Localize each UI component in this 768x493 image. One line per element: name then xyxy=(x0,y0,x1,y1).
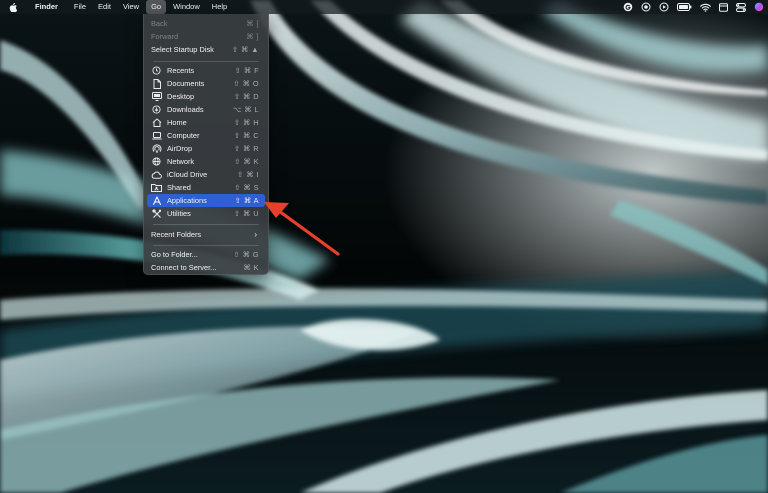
menu-item-shortcut: ⇧ ⌘ F xyxy=(234,66,259,75)
menu-item-connect-to-server[interactable]: Connect to Server... ⌘ K xyxy=(147,261,265,274)
menu-item-forward[interactable]: Forward ⌘ ] xyxy=(147,30,265,43)
menu-item-label: Recents xyxy=(167,66,195,75)
desktop-wallpaper xyxy=(0,0,768,493)
menu-item-shortcut: ⇧ ⌘ C xyxy=(233,131,259,140)
wifi-icon[interactable] xyxy=(700,3,711,12)
menu-item-recents[interactable]: Recents ⇧ ⌘ F xyxy=(147,64,265,77)
menu-item-shortcut: ⇧ ⌘ S xyxy=(234,183,259,192)
siri-icon[interactable] xyxy=(754,2,764,12)
menu-item-shortcut: ⇧ ⌘ O xyxy=(233,79,259,88)
menu-item-shortcut: ⌘ K xyxy=(243,263,259,272)
menu-item-shortcut: ⌥ ⌘ L xyxy=(232,105,259,114)
menu-item-shortcut: ⇧ ⌘ K xyxy=(234,157,259,166)
chevron-right-icon: › xyxy=(254,230,257,239)
menu-item-label: Utilities xyxy=(167,209,191,218)
globe-icon xyxy=(151,157,162,167)
apple-logo-icon[interactable] xyxy=(8,0,18,14)
menu-separator xyxy=(153,224,259,225)
menu-item-shortcut: ⇧ ⌘ D xyxy=(233,92,259,101)
menu-item-label: AirDrop xyxy=(167,144,193,153)
menu-item-select-startup-disk[interactable]: Select Startup Disk ⇧ ⌘ ▲ xyxy=(147,43,265,56)
menu-item-desktop[interactable]: Desktop ⇧ ⌘ D xyxy=(147,90,265,103)
menu-item-documents[interactable]: Documents ⇧ ⌘ O xyxy=(147,77,265,90)
menu-item-label: Network xyxy=(167,157,195,166)
menu-item-label: Connect to Server... xyxy=(151,263,217,272)
menu-item-shortcut: ⇧ ⌘ A xyxy=(234,196,259,205)
menu-item-label: Downloads xyxy=(167,105,204,114)
menu-item-shortcut: ⇧ ⌘ I xyxy=(237,170,259,179)
menu-item-label: Shared xyxy=(167,183,191,192)
menu-item-shortcut: ⇧ ⌘ ▲ xyxy=(231,45,259,54)
menu-item-applications[interactable]: Applications ⇧ ⌘ A xyxy=(147,194,265,207)
window-icon[interactable] xyxy=(719,2,728,12)
menu-item-label: Go to Folder... xyxy=(151,250,198,259)
battery-icon[interactable] xyxy=(677,3,692,11)
desktop-icon xyxy=(151,92,162,102)
menu-item-network[interactable]: Network ⇧ ⌘ K xyxy=(147,155,265,168)
menu-item-label: Back xyxy=(151,19,168,28)
cloud-icon xyxy=(151,170,162,180)
go-menu: Back ⌘ [ Forward ⌘ ] Select Startup Disk… xyxy=(143,14,269,275)
menu-item-label: Select Startup Disk xyxy=(151,45,214,54)
menu-item-go-to-folder[interactable]: Go to Folder... ⇧ ⌘ G xyxy=(147,248,265,261)
menu-item-back[interactable]: Back ⌘ [ xyxy=(147,17,265,30)
menu-item-shared[interactable]: Shared ⇧ ⌘ S xyxy=(147,181,265,194)
shared-folder-icon xyxy=(151,183,162,193)
menu-file[interactable]: File xyxy=(69,0,91,14)
document-icon xyxy=(151,78,162,89)
airdrop-icon xyxy=(151,143,162,154)
menu-item-label: Forward xyxy=(151,32,179,41)
menu-item-shortcut: ⌘ [ xyxy=(246,19,259,28)
menu-item-airdrop[interactable]: AirDrop ⇧ ⌘ R xyxy=(147,142,265,155)
menu-item-shortcut: ⇧ ⌘ H xyxy=(233,118,259,127)
menu-item-label: Computer xyxy=(167,131,200,140)
menu-item-icloud-drive[interactable]: iCloud Drive ⇧ ⌘ I xyxy=(147,168,265,181)
menu-item-recent-folders[interactable]: Recent Folders › xyxy=(147,228,265,241)
menu-item-label: Recent Folders xyxy=(151,230,202,239)
menu-item-shortcut: ⇧ ⌘ G xyxy=(233,250,259,259)
home-icon xyxy=(151,118,162,128)
menu-item-home[interactable]: Home ⇧ ⌘ H xyxy=(147,116,265,129)
laptop-icon xyxy=(151,131,162,141)
menu-view[interactable]: View xyxy=(118,0,144,14)
menu-go[interactable]: Go xyxy=(146,0,167,14)
menu-bar: Finder File Edit View Go Window Help xyxy=(0,0,768,14)
clock-icon xyxy=(151,66,162,76)
applications-icon xyxy=(151,196,162,206)
menu-item-label: Applications xyxy=(167,196,207,205)
menu-edit[interactable]: Edit xyxy=(93,0,116,14)
grammarly-icon[interactable] xyxy=(623,2,633,12)
play-circle-icon[interactable] xyxy=(659,2,669,12)
menu-item-label: Documents xyxy=(167,79,205,88)
menu-item-label: Desktop xyxy=(167,92,195,101)
menu-item-label: iCloud Drive xyxy=(167,170,208,179)
menu-finder[interactable]: Finder xyxy=(30,0,63,14)
menu-help[interactable]: Help xyxy=(207,0,232,14)
screen-record-icon[interactable] xyxy=(641,2,651,12)
menu-item-shortcut: ⇧ ⌘ U xyxy=(233,209,259,218)
menu-item-shortcut: ⇧ ⌘ R xyxy=(233,144,259,153)
menu-separator xyxy=(153,61,259,62)
menu-item-label: Home xyxy=(167,118,187,127)
menu-window[interactable]: Window xyxy=(168,0,205,14)
menu-item-downloads[interactable]: Downloads ⌥ ⌘ L xyxy=(147,103,265,116)
download-icon xyxy=(151,105,162,115)
menu-item-shortcut: ⌘ ] xyxy=(246,32,259,41)
menu-item-utilities[interactable]: Utilities ⇧ ⌘ U xyxy=(147,207,265,220)
menu-separator xyxy=(153,245,259,246)
utilities-icon xyxy=(151,208,162,219)
menu-item-computer[interactable]: Computer ⇧ ⌘ C xyxy=(147,129,265,142)
control-center-icon[interactable] xyxy=(736,2,746,12)
